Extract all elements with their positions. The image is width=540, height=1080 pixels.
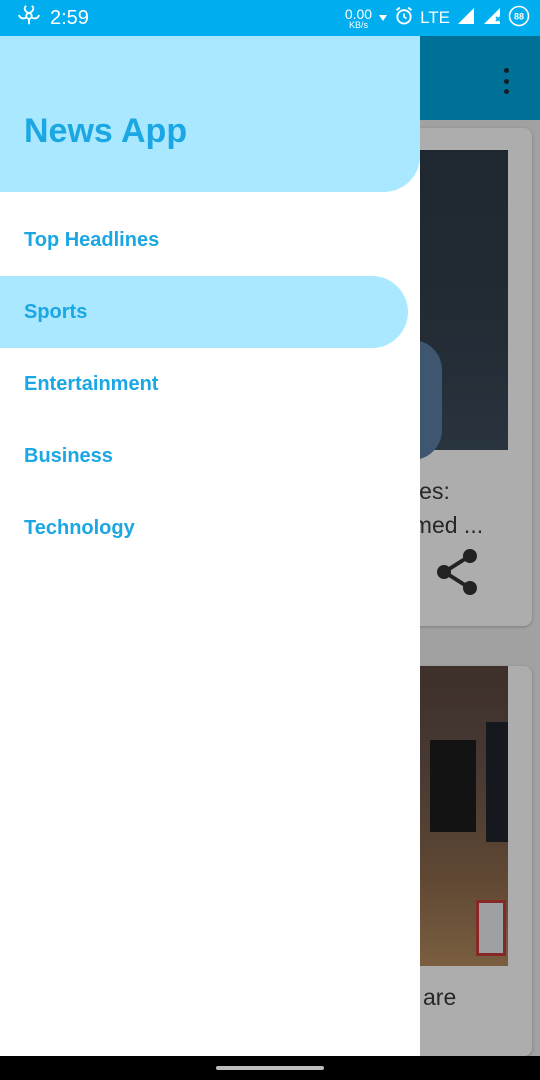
drawer-title: News App <box>24 112 188 150</box>
nav-item-business[interactable]: Business <box>0 420 408 492</box>
status-time: 2:59 <box>50 6 89 29</box>
battery-level: 88 <box>514 11 524 21</box>
nav-item-label: Entertainment <box>24 372 159 395</box>
navigation-drawer: News App Top Headlines Sports Entertainm… <box>0 36 420 1056</box>
signal-icon <box>456 6 476 31</box>
nav-item-technology[interactable]: Technology <box>0 492 408 564</box>
signal-icon <box>482 6 502 31</box>
network-type: LTE <box>420 8 450 27</box>
home-indicator[interactable] <box>216 1066 324 1070</box>
nav-item-entertainment[interactable]: Entertainment <box>0 348 408 420</box>
nav-item-label: Business <box>24 444 113 467</box>
nav-item-sports[interactable]: Sports <box>0 276 408 348</box>
nav-item-top-headlines[interactable]: Top Headlines <box>0 204 408 276</box>
system-nav-bar <box>0 1056 540 1080</box>
battery-icon: 88 <box>508 5 530 32</box>
network-speed: 0.00 KB/s <box>345 7 372 30</box>
nav-item-label: Top Headlines <box>24 228 160 251</box>
network-speed-value: 0.00 <box>344 5 373 22</box>
status-bar: 2:59 0.00 KB/s LTE 88 <box>0 0 540 36</box>
alarm-icon <box>394 6 414 31</box>
network-speed-unit: KB/s <box>348 19 368 30</box>
drawer-header: News App <box>0 36 420 192</box>
download-arrow-icon <box>378 9 388 27</box>
biohazard-icon <box>18 4 40 32</box>
nav-item-label: Technology <box>24 516 135 539</box>
nav-item-label: Sports <box>24 300 88 323</box>
